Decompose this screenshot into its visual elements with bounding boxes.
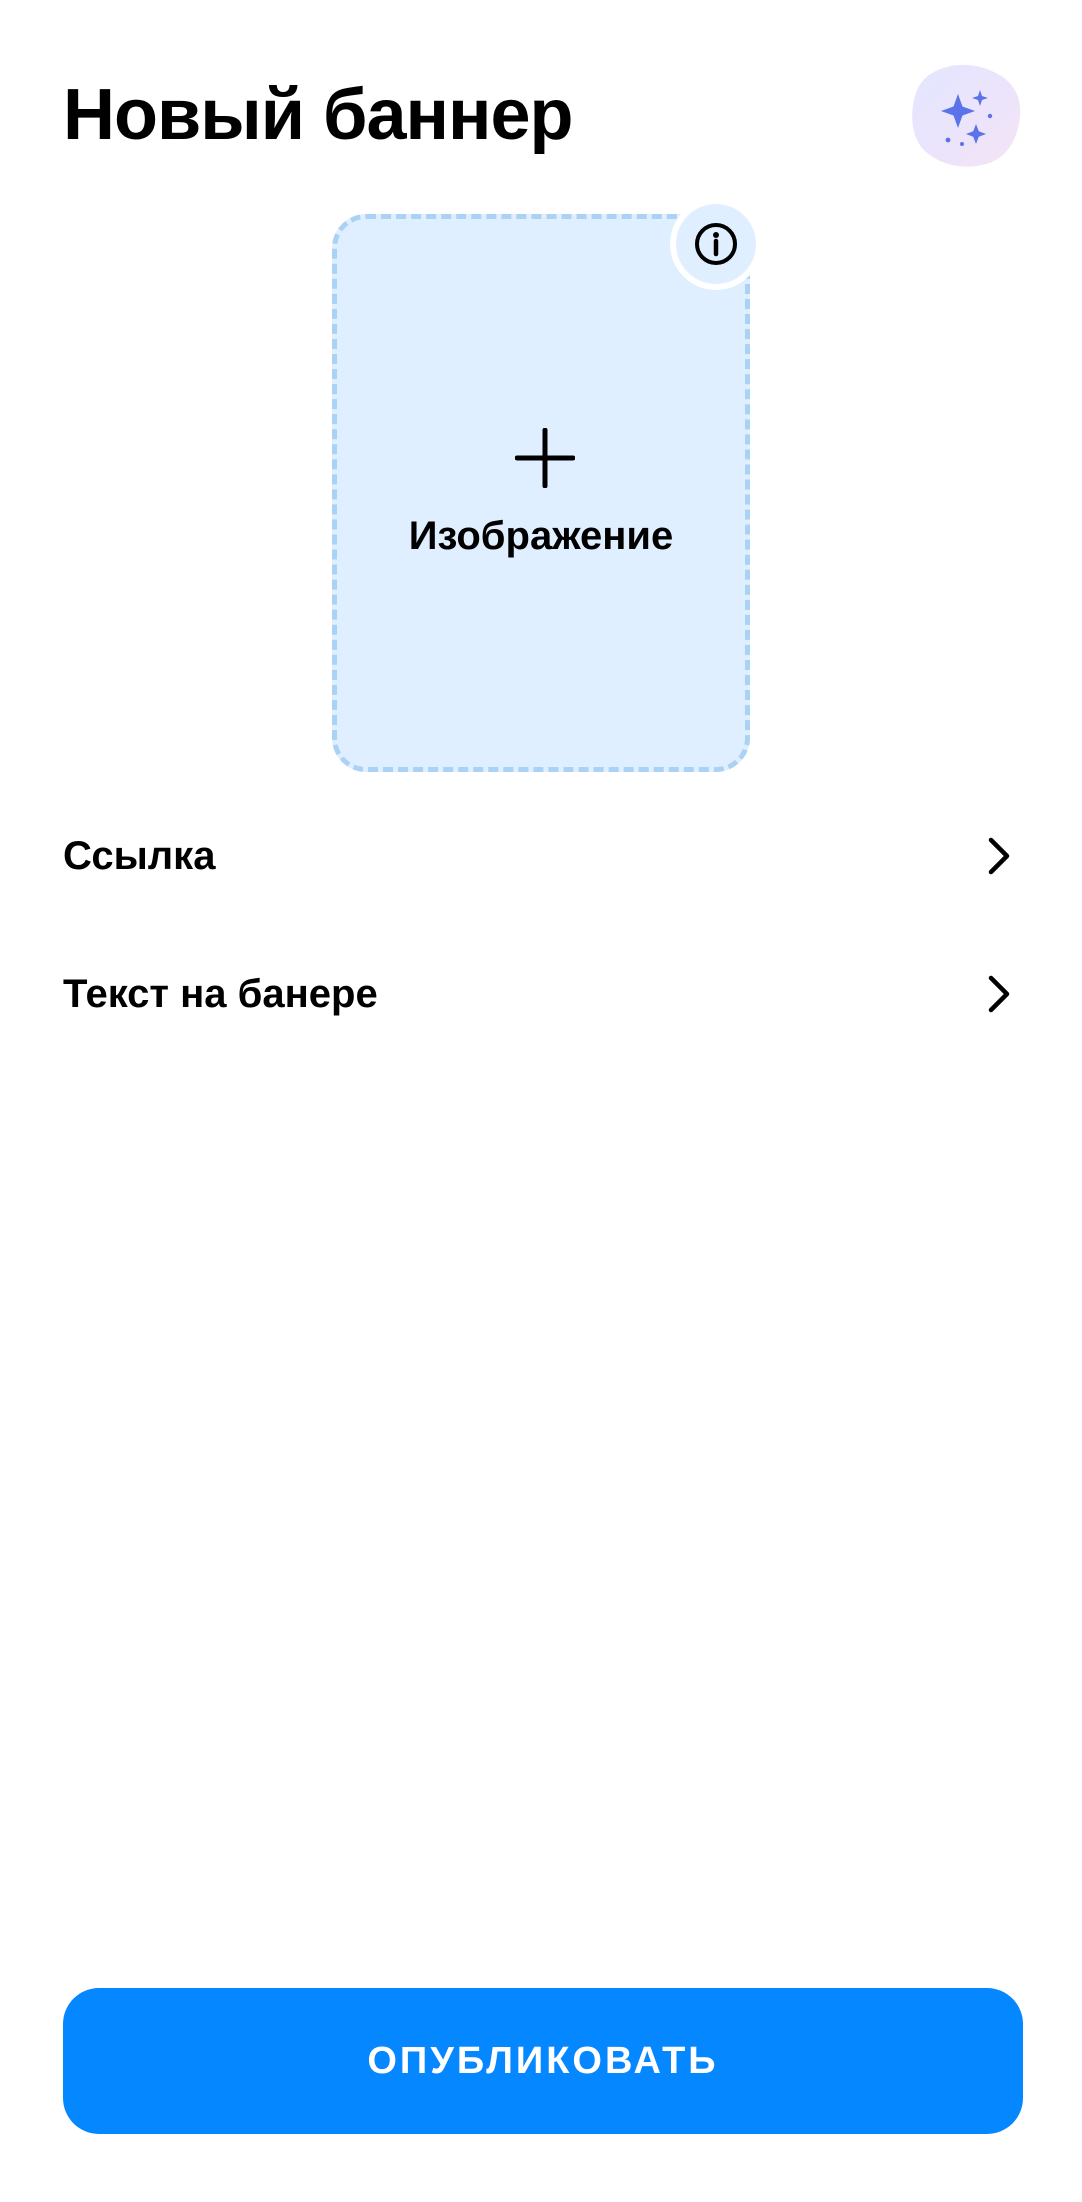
page-title: Новый баннер	[63, 75, 574, 155]
ai-magic-button[interactable]	[908, 60, 1024, 176]
image-upload-area[interactable]: Изображение	[332, 214, 750, 772]
plus-icon	[515, 428, 575, 488]
menu-item-label: Ссылка	[63, 834, 216, 878]
chevron-right-icon	[988, 837, 1010, 875]
publish-button[interactable]: ОПУБЛИКОВАТЬ	[63, 1988, 1023, 2134]
chevron-right-icon	[988, 975, 1010, 1013]
image-upload-label: Изображение	[408, 514, 674, 558]
menu-item-label: Текст на банере	[63, 972, 378, 1016]
menu-item-link[interactable]: Ссылка	[63, 808, 1019, 904]
info-button[interactable]	[670, 198, 762, 290]
info-icon	[695, 223, 737, 265]
menu-item-banner-text[interactable]: Текст на банере	[63, 946, 1019, 1042]
sparkles-icon	[912, 64, 1021, 167]
